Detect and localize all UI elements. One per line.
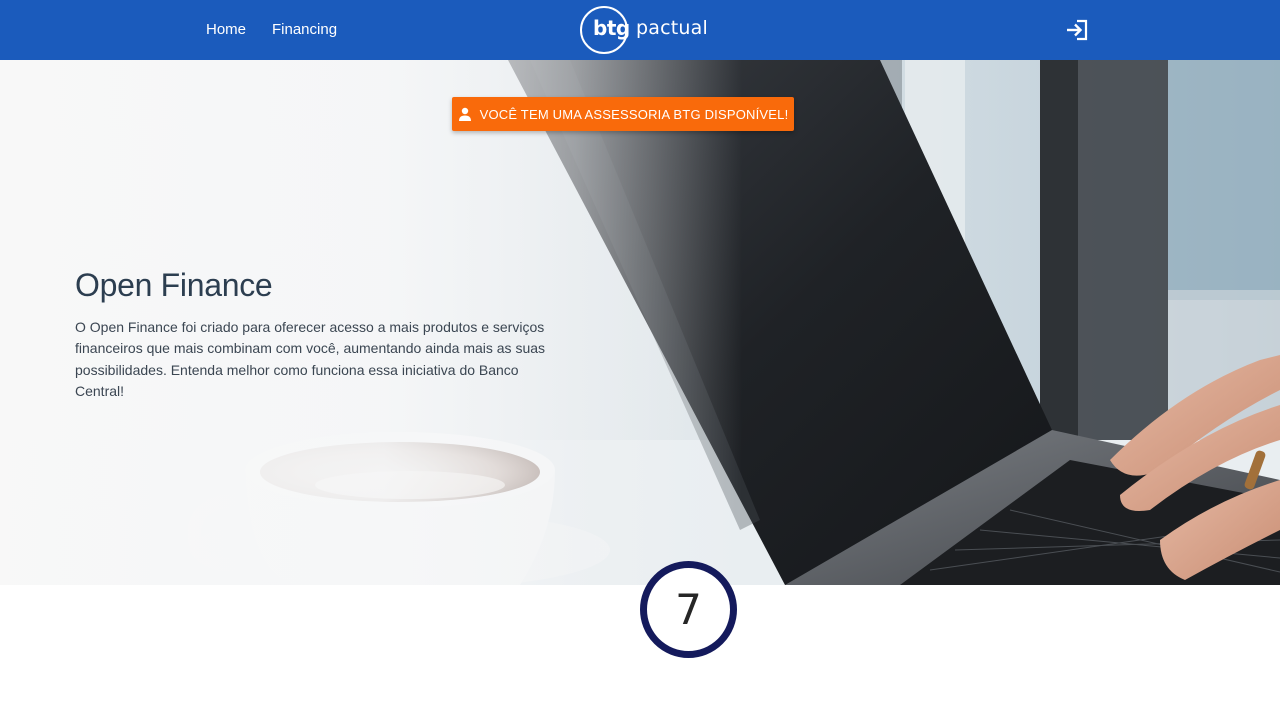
hero-description: O Open Finance foi criado para oferecer …: [75, 319, 546, 400]
nav-home-link[interactable]: Home: [206, 20, 246, 40]
logo-text-pactual: pactual: [636, 17, 708, 39]
hero-banner: VOCÊ TEM UMA ASSESSORIA BTG DISPONÍVEL! …: [0, 60, 1280, 585]
person-icon: [458, 107, 471, 121]
advisor-available-label: VOCÊ TEM UMA ASSESSORIA BTG DISPONÍVEL!: [479, 106, 789, 122]
advisor-available-button[interactable]: VOCÊ TEM UMA ASSESSORIA BTG DISPONÍVEL!: [452, 97, 794, 131]
nav-financing-link[interactable]: Financing: [272, 20, 337, 40]
login-button[interactable]: [1065, 19, 1089, 41]
logo-text-btg: btg: [593, 16, 630, 40]
btg-pactual-logo[interactable]: btg pactual: [580, 6, 710, 54]
step-number: 7: [675, 584, 702, 634]
top-navigation-bar: Home Financing btg pactual: [0, 0, 1280, 60]
page-title: Open Finance: [75, 267, 273, 303]
login-arrow-icon: [1067, 19, 1088, 41]
step-number-badge: 7: [640, 561, 737, 658]
